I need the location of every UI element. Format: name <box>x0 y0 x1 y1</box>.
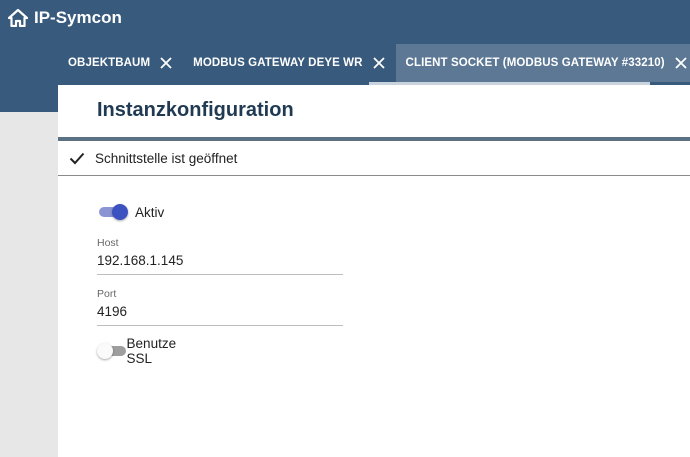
ssl-toggle-row[interactable]: Benutze SSL <box>97 336 185 366</box>
tab-label: OBJEKTBAUM <box>68 57 151 69</box>
active-toggle-row[interactable]: Aktiv <box>97 203 164 221</box>
active-toggle[interactable] <box>97 203 129 221</box>
status-row: Schnittstelle ist geöffnet <box>58 141 690 176</box>
tab-objektbaum[interactable]: OBJEKTBAUM <box>58 44 183 82</box>
port-input[interactable]: 4196 <box>97 304 343 326</box>
host-input[interactable]: 192.168.1.145 <box>97 253 343 275</box>
page-title: Instanzkonfiguration <box>97 99 294 121</box>
ssl-toggle[interactable] <box>97 342 126 360</box>
check-icon <box>69 150 85 166</box>
active-toggle-label: Aktiv <box>135 204 165 220</box>
status-text: Schnittstelle ist geöffnet <box>95 150 238 166</box>
toggle-knob <box>112 204 128 220</box>
close-icon[interactable] <box>372 56 386 70</box>
close-icon[interactable] <box>674 56 688 70</box>
app-logo[interactable]: IP-Symcon <box>8 6 122 30</box>
ssl-toggle-label: Benutze SSL <box>126 336 177 366</box>
host-field[interactable]: Host 192.168.1.145 <box>97 237 343 275</box>
home-icon <box>8 9 28 27</box>
instance-config-panel: Instanzkonfiguration Schnittstelle ist g… <box>58 85 690 457</box>
tab-label: MODBUS GATEWAY DEYE WR <box>193 57 363 69</box>
tab-label: CLIENT SOCKET (MODBUS GATEWAY #33210) <box>405 57 665 69</box>
port-label: Port <box>97 288 117 300</box>
title-bar: Instanzkonfiguration <box>58 85 690 141</box>
port-field[interactable]: Port 4196 <box>97 288 343 326</box>
close-icon[interactable] <box>159 56 173 70</box>
app-name: IP-Symcon <box>34 8 122 27</box>
tab-client-socket[interactable]: CLIENT SOCKET (MODBUS GATEWAY #33210) <box>395 44 690 82</box>
tab-modbus-gateway[interactable]: MODBUS GATEWAY DEYE WR <box>183 44 395 82</box>
host-label: Host <box>97 237 119 249</box>
tab-bar: OBJEKTBAUM MODBUS GATEWAY DEYE WR CLIENT… <box>58 44 690 82</box>
toggle-knob <box>97 343 113 359</box>
